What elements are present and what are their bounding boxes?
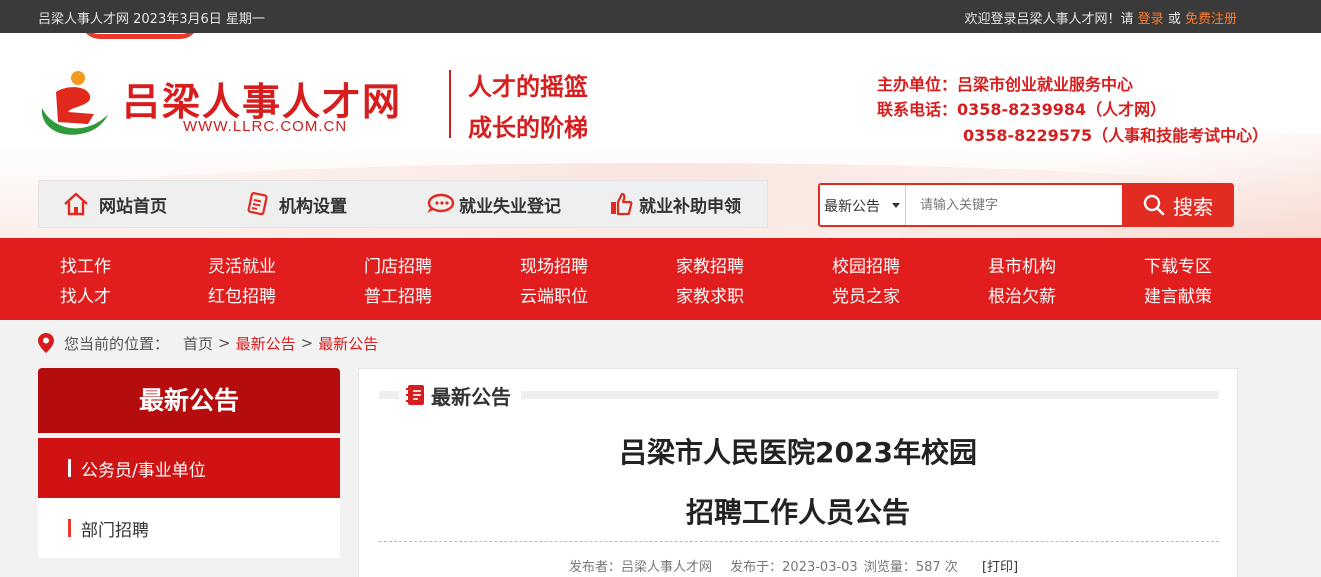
sidebar-item-department-recruitment[interactable]: 部门招聘 <box>38 498 340 558</box>
chat-icon <box>427 193 455 213</box>
category-column: 门店招聘 普工招聘 <box>364 252 432 312</box>
sidebar-item-label: 公务员/事业单位 <box>81 460 206 481</box>
home-icon <box>64 192 88 216</box>
breadcrumb-level-2[interactable]: 最新公告 <box>318 333 378 354</box>
logo-icon[interactable] <box>38 70 110 140</box>
section-header: 最新公告 <box>399 381 521 409</box>
category-link[interactable]: 家教招聘 <box>676 252 744 282</box>
contact-phone-2: 0358-8229575（人事和技能考试中心） <box>963 126 1269 145</box>
welcome-text: 欢迎登录吕梁人事人才网！请 <box>964 12 1134 27</box>
category-link[interactable]: 根治欠薪 <box>988 282 1056 312</box>
search-bar: 最新公告 搜索 <box>818 183 1234 227</box>
category-link[interactable]: 云端职位 <box>520 282 588 312</box>
category-link[interactable]: 党员之家 <box>832 282 900 312</box>
breadcrumb-level-1[interactable]: 最新公告 <box>236 333 296 354</box>
search-button[interactable]: 搜索 <box>1122 183 1234 227</box>
breadcrumb-label: 您当前的位置： <box>64 334 170 353</box>
section-title: 最新公告 <box>431 384 511 409</box>
quick-nav: 网站首页 机构设置 就业失业登记 就业补助申领 <box>38 180 768 228</box>
notebook-icon <box>406 385 424 405</box>
quicknav-label: 就业失业登记 <box>459 196 561 217</box>
login-link[interactable]: 登录 <box>1138 12 1164 27</box>
quicknav-employment-registration[interactable]: 就业失业登记 <box>425 181 561 227</box>
sidebar: 最新公告 公务员/事业单位 部门招聘 <box>38 368 340 577</box>
decorative-swoosh <box>80 33 200 39</box>
category-link[interactable]: 现场招聘 <box>520 252 588 282</box>
print-link[interactable]: [打印] <box>982 560 1018 575</box>
category-nav: 找工作 找人才 灵活就业 红包招聘 门店招聘 普工招聘 现场招聘 云端职位 家教… <box>0 238 1321 320</box>
category-column: 现场招聘 云端职位 <box>520 252 588 312</box>
search-input[interactable] <box>906 185 1122 225</box>
quicknav-organization[interactable]: 机构设置 <box>245 181 347 227</box>
category-column: 家教招聘 家教求职 <box>676 252 744 312</box>
thumbs-up-icon <box>611 192 633 216</box>
article-publisher: 发布者：吕梁人事人才网 <box>569 560 713 575</box>
article-title-line-1: 吕梁市人民医院2023年校园 <box>619 436 977 469</box>
article-meta: 发布者：吕梁人事人才网 发布于：2023-03-03 浏览量：587 次 [打印… <box>569 556 1032 575</box>
quicknav-subsidy[interactable]: 就业补助申领 <box>609 181 741 227</box>
category-column: 找工作 找人才 <box>60 252 111 312</box>
category-link[interactable]: 县市机构 <box>988 252 1056 282</box>
category-link[interactable]: 校园招聘 <box>832 252 900 282</box>
search-icon <box>1143 194 1165 216</box>
article-panel: 最新公告 吕梁市人民医院2023年校园 招聘工作人员公告 发布者：吕梁人事人才网… <box>358 368 1238 577</box>
category-link[interactable]: 家教求职 <box>676 282 744 312</box>
quicknav-label: 机构设置 <box>279 196 347 217</box>
location-pin-icon <box>38 333 54 353</box>
quicknav-label: 就业补助申领 <box>639 196 741 217</box>
category-link[interactable]: 下载专区 <box>1144 252 1212 282</box>
register-link[interactable]: 免费注册 <box>1185 12 1237 27</box>
search-category-select[interactable]: 最新公告 <box>820 185 906 225</box>
article-views: 浏览量：587 次 <box>863 560 958 575</box>
category-link[interactable]: 建言献策 <box>1144 282 1212 312</box>
category-link[interactable]: 找人才 <box>60 282 111 312</box>
login-prompt: 欢迎登录吕梁人事人才网！请 登录 或 免费注册 <box>965 8 1237 27</box>
sidebar-item-label: 部门招聘 <box>81 520 149 541</box>
chevron-down-icon <box>892 203 900 208</box>
site-url: WWW.LLRC.COM.CN <box>183 118 348 135</box>
category-column: 县市机构 根治欠薪 <box>988 252 1056 312</box>
quicknav-home[interactable]: 网站首页 <box>63 181 167 227</box>
category-link[interactable]: 红包招聘 <box>208 282 276 312</box>
document-icon <box>247 192 268 216</box>
sidebar-item-civil-service[interactable]: 公务员/事业单位 <box>38 438 340 498</box>
search-button-label: 搜索 <box>1173 194 1213 219</box>
date-text: 吕梁人事人才网 2023年3月6日 星期一 <box>38 12 265 27</box>
search-category-value: 最新公告 <box>824 199 880 215</box>
sidebar-item-marker <box>68 519 71 537</box>
category-link[interactable]: 找工作 <box>60 252 111 282</box>
breadcrumb-home[interactable]: 首页 <box>183 333 213 354</box>
or-text: 或 <box>1167 12 1181 27</box>
category-column: 下载专区 建言献策 <box>1144 252 1212 312</box>
top-bar: 吕梁人事人才网 2023年3月6日 星期一 欢迎登录吕梁人事人才网！请 登录 或… <box>0 0 1321 33</box>
breadcrumb-separator: > <box>218 334 231 352</box>
title-divider <box>379 541 1219 542</box>
article-title-line-2: 招聘工作人员公告 <box>685 496 910 529</box>
category-column: 校园招聘 党员之家 <box>832 252 900 312</box>
contact-phone-1: 联系电话：0358-8239984（人才网） <box>877 100 1167 119</box>
breadcrumb: 您当前的位置： 首页 > 最新公告 > 最新公告 <box>38 332 378 354</box>
article-date: 发布于：2023-03-03 <box>730 560 858 575</box>
slogan-line-1: 人才的摇篮 <box>468 72 588 101</box>
header-divider <box>449 70 451 138</box>
host-organization: 主办单位：吕梁市创业就业服务中心 <box>877 75 1134 94</box>
sidebar-item-marker <box>68 459 71 477</box>
category-link[interactable]: 门店招聘 <box>364 252 432 282</box>
slogan-line-2: 成长的阶梯 <box>468 113 588 142</box>
quicknav-label: 网站首页 <box>99 196 167 217</box>
category-column: 灵活就业 红包招聘 <box>208 252 276 312</box>
sidebar-title: 最新公告 <box>38 368 340 433</box>
category-link[interactable]: 灵活就业 <box>208 252 276 282</box>
breadcrumb-separator: > <box>300 334 314 352</box>
category-link[interactable]: 普工招聘 <box>364 282 432 312</box>
